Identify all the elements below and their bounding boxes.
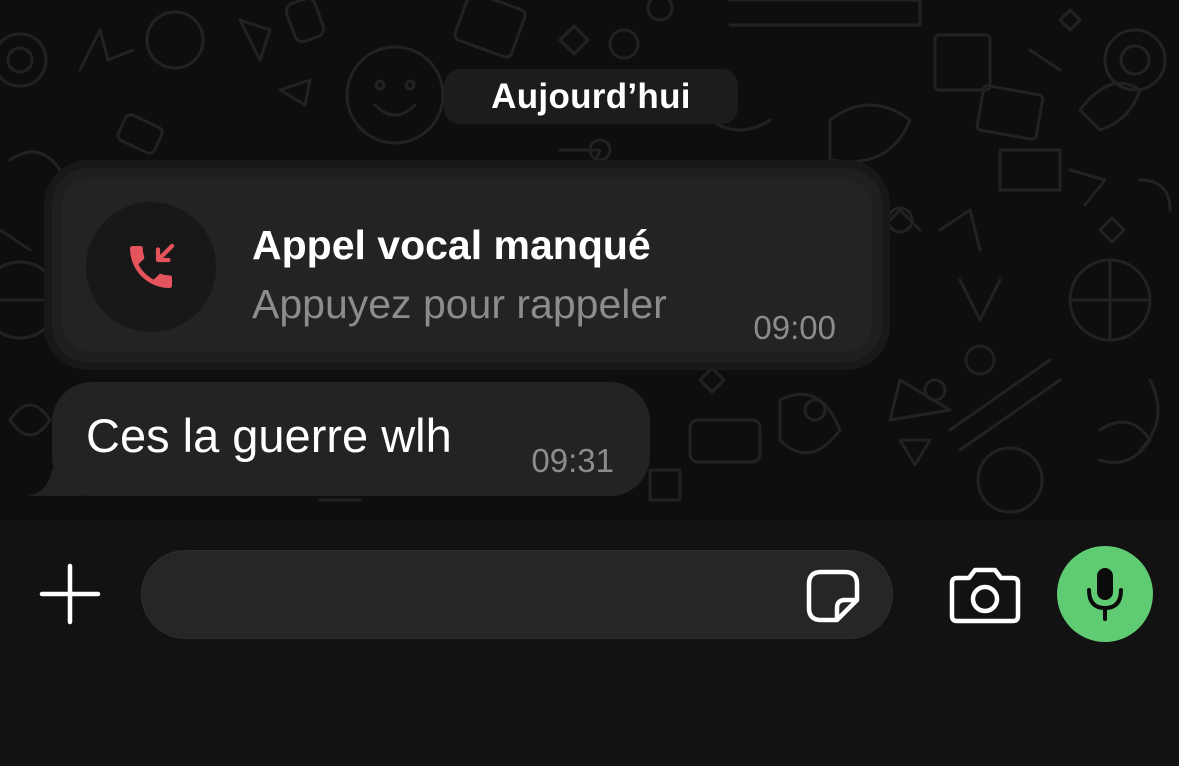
missed-call-title: Appel vocal manqué [252,222,651,268]
missed-call-icon [130,243,175,288]
message-time: 09:31 [531,442,614,479]
chat-screen: Aujourd’hui Appel vocal manqué Appuyez p… [0,0,1179,766]
message-input-container[interactable] [141,550,893,640]
microphone-icon [1087,568,1123,621]
chat-area[interactable]: Aujourd’hui Appel vocal manqué Appuyez p… [0,0,1179,520]
missed-call-subtitle: Appuyez pour rappeler [252,281,667,327]
attach-button[interactable] [36,560,104,628]
voice-record-button[interactable] [1057,546,1153,642]
camera-icon [949,567,1021,624]
sticker-button[interactable] [804,567,862,625]
date-separator: Aujourd’hui [444,69,738,124]
message-input[interactable] [172,551,796,640]
sticker-icon [806,569,860,623]
message-text: Ces la guerre wlh [86,409,452,462]
composer-bar [0,520,1179,766]
missed-call-time: 09:00 [753,309,836,346]
missed-call-card[interactable]: Appel vocal manqué Appuyez pour rappeler… [62,178,872,352]
camera-button[interactable] [946,562,1024,628]
missed-call-bubble[interactable]: Appel vocal manqué Appuyez pour rappeler… [52,168,882,362]
message-bubble[interactable]: Ces la guerre wlh 09:31 [52,382,650,496]
plus-icon [39,563,101,625]
missed-call-icon-circle [86,202,216,332]
